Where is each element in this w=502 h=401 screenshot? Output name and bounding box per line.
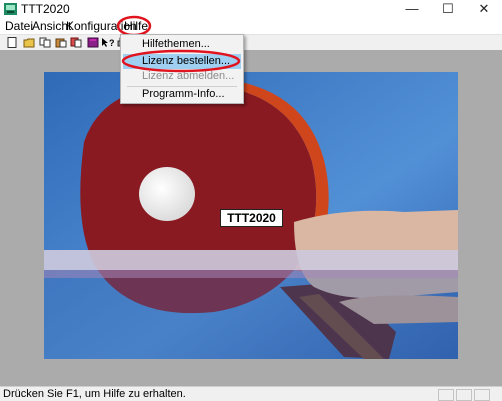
help-menu-dropdown: Hilfethemen... Lizenz bestellen... Lizen… xyxy=(120,34,244,104)
open-folder-icon[interactable] xyxy=(23,37,35,48)
new-file-icon[interactable] xyxy=(6,37,18,48)
minimize-button[interactable]: — xyxy=(394,0,430,18)
maximize-button[interactable]: ☐ xyxy=(430,0,466,18)
table-tennis-photo: TTT2020 xyxy=(44,72,458,359)
copy-icon[interactable] xyxy=(39,37,51,48)
title-bar: TTT2020 — ☐ ✕ xyxy=(0,0,502,18)
menu-item-programm-info[interactable]: Programm-Info... xyxy=(123,87,241,102)
app-icon xyxy=(4,3,17,15)
svg-text:?: ? xyxy=(109,38,115,48)
menu-bar: Datei Ansicht Konfiguration Hilfe xyxy=(0,15,502,37)
window-title: TTT2020 xyxy=(21,2,70,16)
status-panel-3 xyxy=(474,389,490,401)
cut-icon[interactable] xyxy=(70,37,82,48)
status-text: Drücken Sie F1, um Hilfe zu erhalten. xyxy=(3,388,186,400)
context-help-icon[interactable]: ? xyxy=(101,37,115,48)
status-panel-2 xyxy=(456,389,472,401)
status-panel-1 xyxy=(438,389,454,401)
book-icon[interactable] xyxy=(87,37,99,48)
image-caption: TTT2020 xyxy=(220,209,283,227)
menu-datei[interactable]: Datei xyxy=(5,19,33,33)
close-button[interactable]: ✕ xyxy=(466,0,502,18)
status-bar: Drücken Sie F1, um Hilfe zu erhalten. xyxy=(0,386,502,401)
annotation-circle-lizenz xyxy=(121,49,241,73)
toolbar: ? xyxy=(0,34,502,51)
paste-icon[interactable] xyxy=(55,37,67,48)
